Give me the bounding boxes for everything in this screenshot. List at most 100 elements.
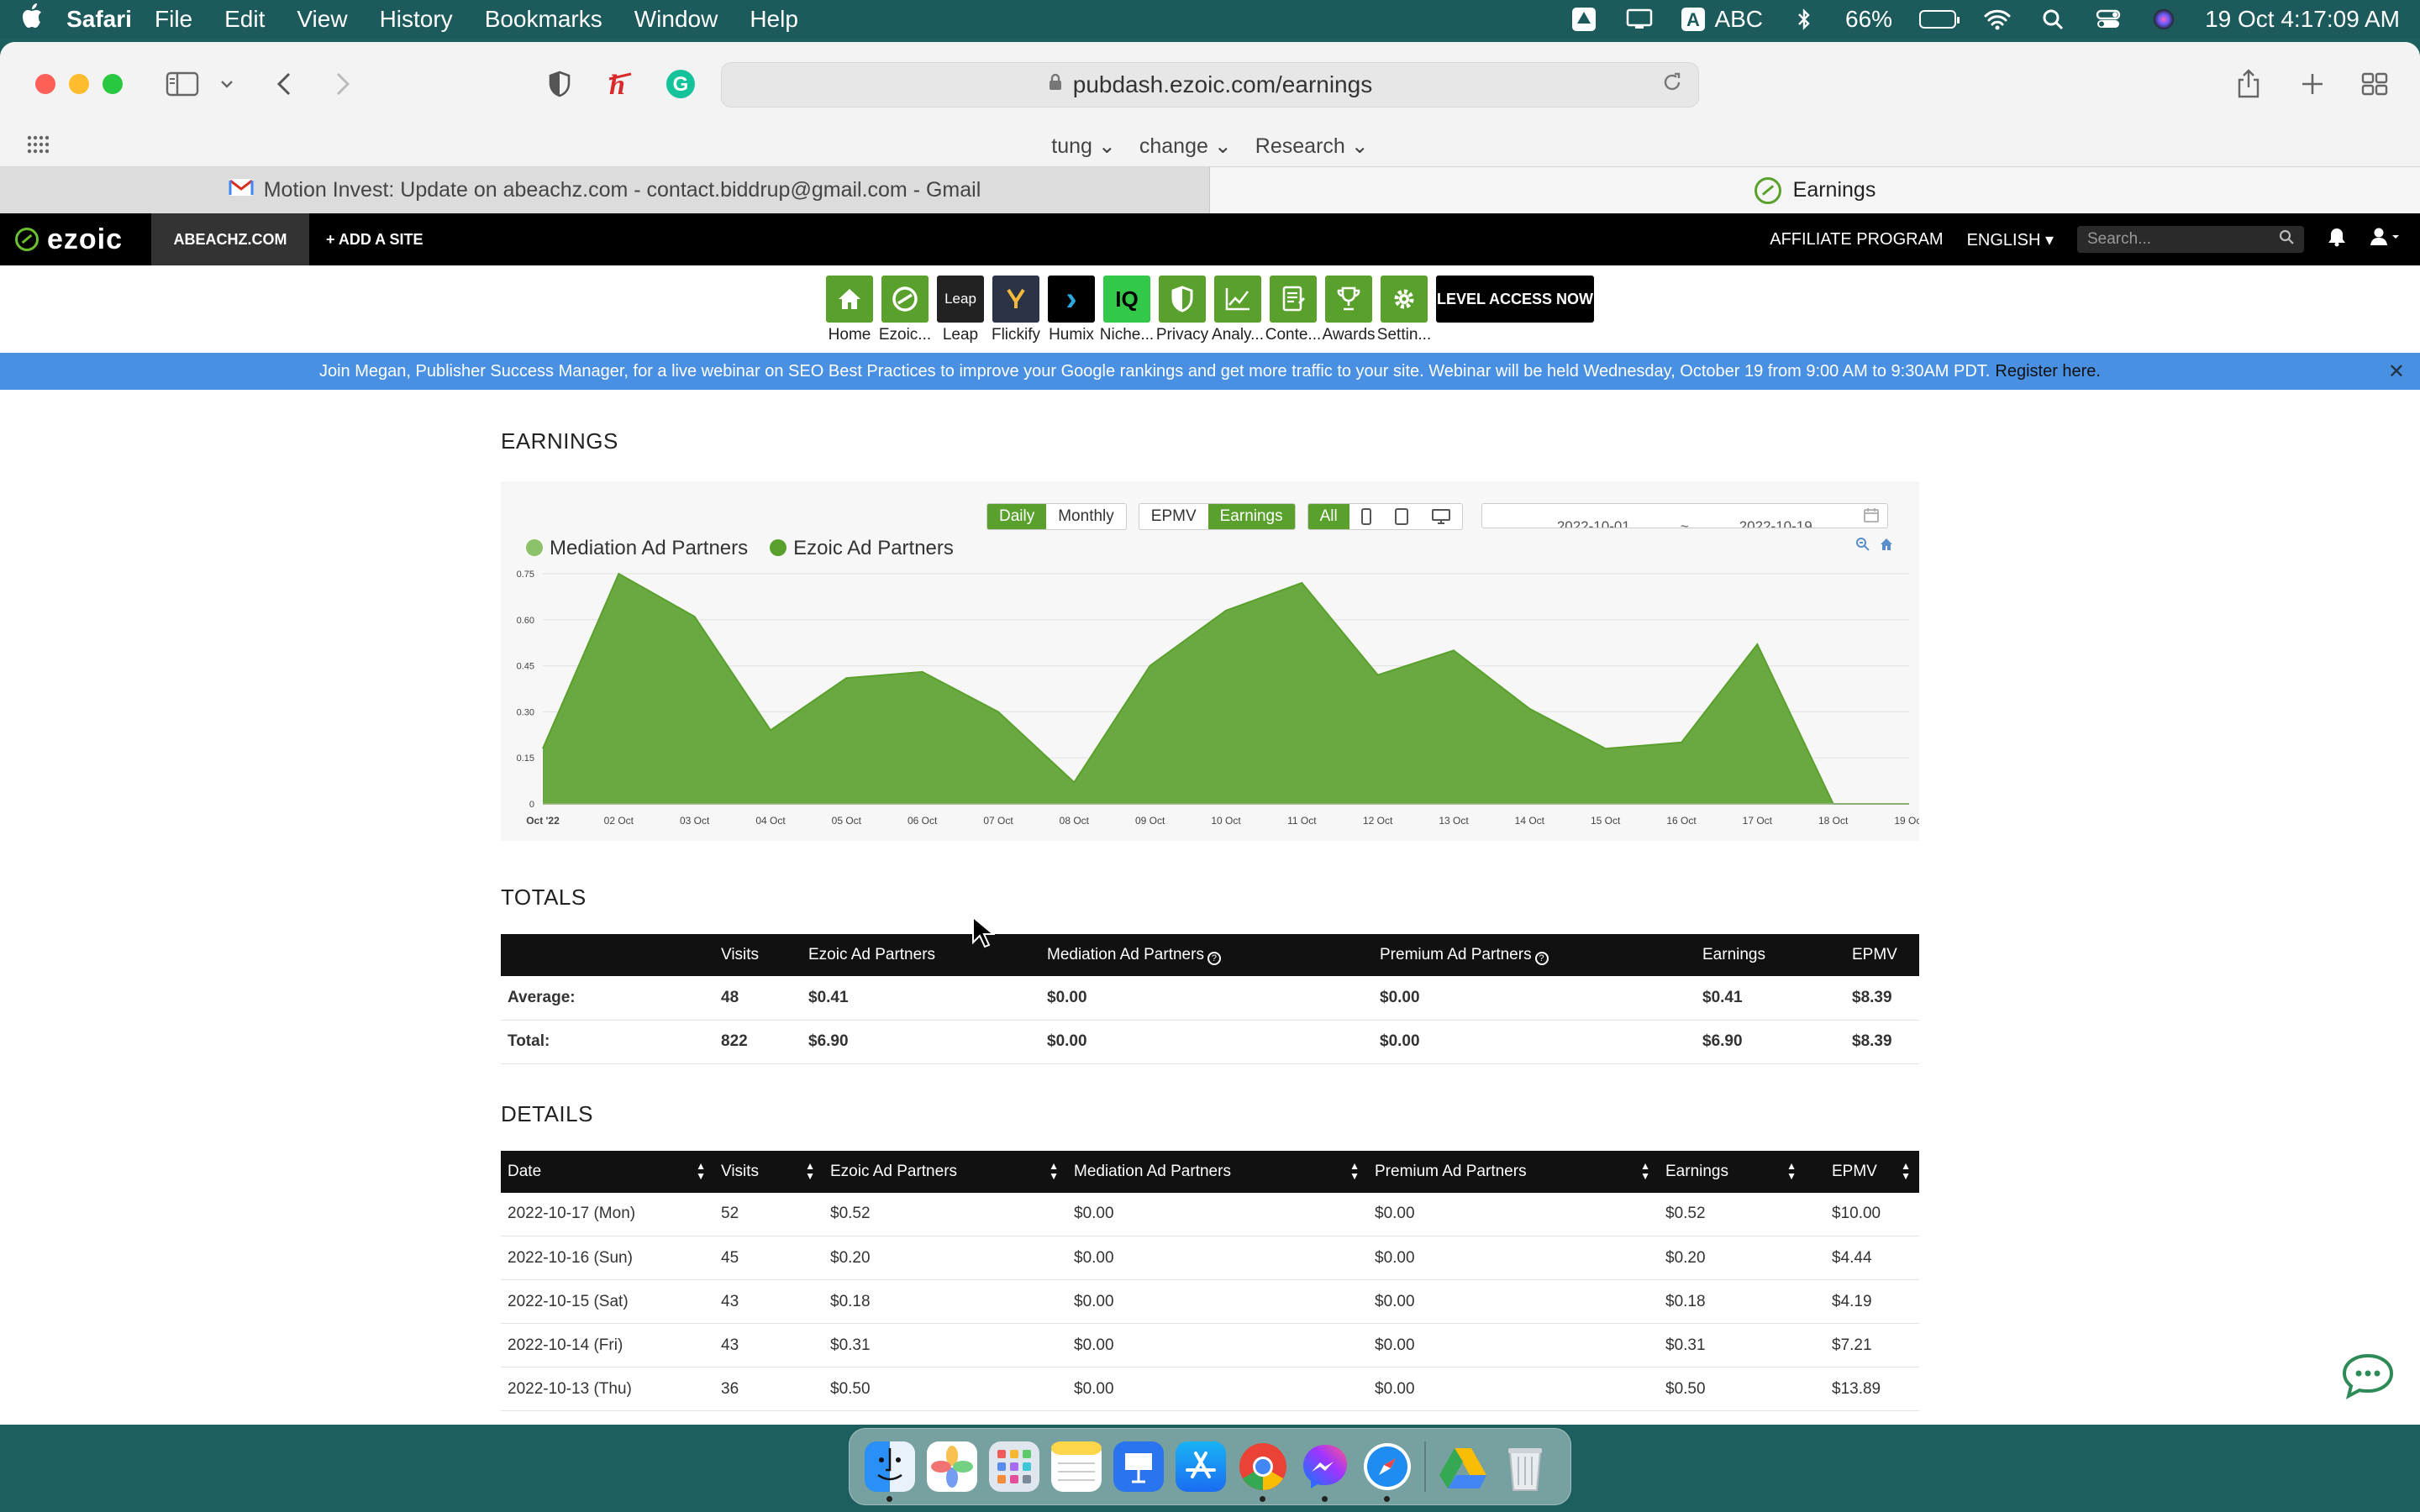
tab-gmail[interactable]: Motion Invest: Update on abeachz.com - c…	[0, 167, 1210, 213]
app-content[interactable]: Conte...	[1265, 276, 1321, 344]
wifi-icon[interactable]	[1983, 8, 2012, 30]
app-nicheiq[interactable]: IQ Niche...	[1100, 276, 1154, 344]
input-source-icon: A	[1681, 8, 1706, 31]
close-window-button[interactable]	[35, 74, 55, 94]
keynote-icon[interactable]	[1113, 1441, 1164, 1492]
display-icon[interactable]	[1625, 8, 1654, 30]
app-store-icon[interactable]	[1176, 1441, 1226, 1492]
apple-icon[interactable]	[20, 3, 44, 35]
google-drive-status-icon[interactable]	[1570, 8, 1598, 31]
honey-extension-button[interactable]: h	[603, 64, 637, 104]
google-drive-icon[interactable]	[1438, 1441, 1488, 1492]
menu-bookmarks[interactable]: Bookmarks	[485, 6, 602, 33]
notes-icon[interactable]	[1051, 1441, 1102, 1492]
bell-icon[interactable]	[2328, 227, 2346, 252]
app-privacy[interactable]: Privacy	[1156, 276, 1208, 344]
messenger-icon[interactable]	[1300, 1441, 1350, 1502]
menu-file[interactable]: File	[155, 6, 192, 33]
app-flickify[interactable]: Flickify	[992, 276, 1040, 344]
desktop-button[interactable]	[1420, 504, 1462, 529]
epmv-button[interactable]: EPMV	[1139, 504, 1208, 529]
input-source[interactable]: A ABC	[1681, 6, 1763, 33]
menu-history[interactable]: History	[380, 6, 453, 33]
sortable-header-visits[interactable]: Visits ▲ ▼	[714, 1150, 823, 1193]
tablet-button[interactable]	[1383, 504, 1420, 529]
clock[interactable]: 19 Oct 4:17:09 AM	[2205, 6, 2400, 33]
launchpad-icon[interactable]	[989, 1441, 1039, 1492]
reload-icon[interactable]	[1661, 71, 1683, 99]
spotlight-search-icon[interactable]	[2039, 8, 2067, 30]
app-settings[interactable]: Settin...	[1377, 276, 1431, 344]
chat-support-icon[interactable]	[2341, 1352, 2395, 1399]
all-devices-button[interactable]: All	[1307, 504, 1349, 529]
new-tab-button[interactable]	[2296, 64, 2329, 104]
sortable-header-epmv[interactable]: EPMV ▲ ▼	[1805, 1150, 1919, 1193]
minimize-window-button[interactable]	[69, 74, 89, 94]
sortable-header-date[interactable]: Date ▲ ▼	[501, 1150, 714, 1193]
menu-app-name[interactable]: Safari	[66, 6, 132, 33]
zoom-icon[interactable]	[1855, 537, 1870, 556]
bluetooth-icon[interactable]	[1790, 8, 1818, 30]
date-range-picker[interactable]: 2022-10-01 ~ 2022-10-19	[1481, 503, 1888, 528]
sortable-header-ezoic[interactable]: Ezoic Ad Partners ▲ ▼	[823, 1150, 1067, 1193]
favorite-folder-tung[interactable]: tung ⌄	[1051, 134, 1116, 159]
earnings-button[interactable]: Earnings	[1207, 504, 1295, 529]
level-access-banner[interactable]: LEVEL ACCESS NOW	[1436, 276, 1594, 323]
app-leap[interactable]: Leap Leap	[937, 276, 984, 344]
address-bar[interactable]: pubdash.ezoic.com/earnings	[721, 62, 1699, 108]
photos-icon[interactable]	[927, 1441, 977, 1492]
calendar-icon[interactable]	[1863, 507, 1879, 527]
tab-earnings[interactable]: Earnings	[1210, 167, 2420, 213]
favorite-folder-change[interactable]: change ⌄	[1139, 134, 1232, 159]
sortable-header-mediation[interactable]: Mediation Ad Partners ▲ ▼	[1067, 1150, 1368, 1193]
help-icon[interactable]: ?	[1207, 951, 1221, 965]
user-menu[interactable]	[2370, 227, 2400, 252]
table-cell: $4.19	[1805, 1279, 1919, 1324]
search-icon[interactable]	[2279, 229, 2294, 249]
app-awards[interactable]: Awards	[1323, 276, 1376, 344]
sortable-header-earnings[interactable]: Earnings ▲ ▼	[1659, 1150, 1805, 1193]
menu-window[interactable]: Window	[634, 6, 718, 33]
daily-button[interactable]: Daily	[987, 504, 1047, 529]
zoom-window-button[interactable]	[103, 74, 123, 94]
app-analytics[interactable]: Analy...	[1212, 276, 1264, 344]
trash-icon[interactable]	[1500, 1441, 1550, 1492]
app-ezoic[interactable]: Ezoic...	[879, 276, 931, 344]
menu-help[interactable]: Help	[750, 6, 798, 33]
share-button[interactable]	[2232, 64, 2265, 104]
help-icon[interactable]: ?	[1534, 951, 1549, 965]
privacy-report-button[interactable]	[544, 64, 575, 104]
forward-button[interactable]	[326, 64, 360, 104]
app-home[interactable]: Home	[826, 276, 873, 344]
menu-edit[interactable]: Edit	[224, 6, 265, 33]
reset-zoom-home-icon[interactable]	[1879, 537, 1894, 556]
language-selector[interactable]: ENGLISH ▾	[1967, 229, 2054, 250]
app-humix[interactable]: › Humix	[1048, 276, 1095, 344]
mobile-button[interactable]	[1349, 504, 1383, 529]
battery-icon[interactable]	[1919, 10, 1960, 29]
register-link[interactable]: Register here.	[1995, 362, 2101, 381]
site-selector[interactable]: ABEACHZ.COM	[151, 213, 309, 265]
chrome-icon[interactable]	[1238, 1441, 1288, 1502]
legend-item-mediation[interactable]: Mediation Ad Partners	[526, 537, 748, 560]
menu-view[interactable]: View	[297, 6, 347, 33]
apps-grid-icon[interactable]	[27, 134, 50, 160]
favorite-folder-research[interactable]: Research ⌄	[1255, 134, 1369, 159]
back-button[interactable]	[267, 64, 301, 104]
add-site-button[interactable]: + ADD A SITE	[326, 231, 424, 249]
tab-overview-button[interactable]	[2358, 64, 2391, 104]
legend-item-ezoic[interactable]: Ezoic Ad Partners	[770, 537, 954, 560]
control-center-icon[interactable]	[2094, 8, 2123, 30]
ezoic-logo[interactable]: ezoic	[0, 223, 151, 256]
tab-group-chevron-icon[interactable]	[217, 64, 237, 104]
finder-icon[interactable]	[865, 1441, 915, 1502]
sortable-header-premium[interactable]: Premium Ad Partners ▲ ▼	[1368, 1150, 1659, 1193]
sidebar-toggle-button[interactable]	[161, 64, 203, 104]
ezoic-search-input[interactable]: Search...	[2077, 226, 2304, 253]
siri-icon[interactable]	[2149, 8, 2178, 30]
grammarly-extension-button[interactable]: G	[664, 64, 697, 104]
close-icon[interactable]: ✕	[2388, 360, 2405, 384]
safari-icon[interactable]	[1362, 1441, 1413, 1502]
affiliate-program-link[interactable]: AFFILIATE PROGRAM	[1770, 230, 1943, 249]
monthly-button[interactable]: Monthly	[1046, 504, 1126, 529]
